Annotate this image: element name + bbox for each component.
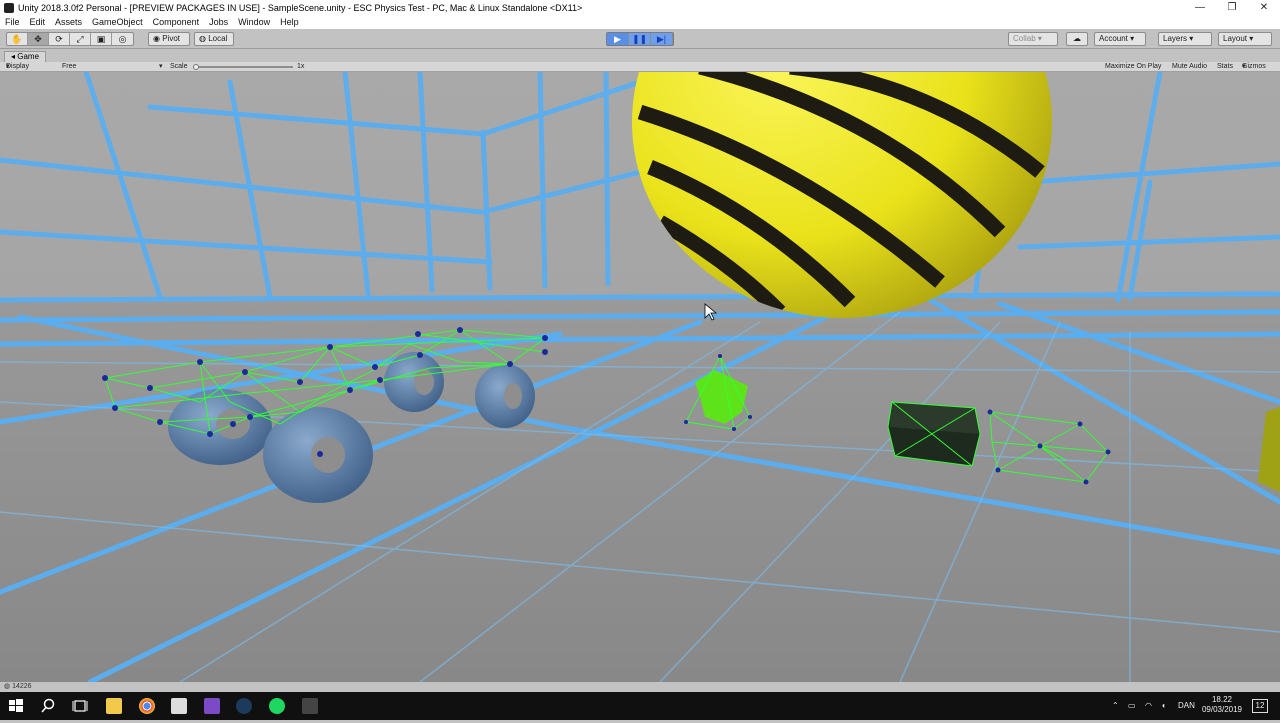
cloud-button[interactable]: ☁ [1066,32,1088,46]
collab-dropdown[interactable]: Collab ▾ [1008,32,1058,46]
windows-taskbar: ⌃ ▭ ◠ ◖ DAN 18.22 09/03/2019 12 [0,692,1280,720]
play-button[interactable]: ▶ [607,33,629,45]
search-icon[interactable] [40,698,56,714]
menu-jobs[interactable]: Jobs [204,17,233,27]
maximize-button[interactable]: ❐ [1216,0,1248,15]
title-bar: Unity 2018.3.0f2 Personal - [PREVIEW PAC… [0,0,1280,15]
dark-cube [887,401,981,467]
game-view-controls: Display 1 ▾ Free Aspect ▾ Scale 1x Maxim… [0,62,1280,80]
wheel-back-right [475,364,535,428]
game-viewport[interactable] [0,72,1280,682]
menu-help[interactable]: Help [275,17,304,27]
scale-slider[interactable] [193,66,293,68]
move-tool-icon[interactable]: ✥ [28,33,49,45]
wifi-icon[interactable]: ◠ [1145,701,1152,713]
chrome-icon[interactable] [139,698,155,714]
gizmos-dropdown[interactable]: Gizmos ▾ [1242,62,1266,72]
pivot-toggle[interactable]: ◉ Pivot [148,32,190,46]
wheel-back-left [384,352,444,412]
pivot-label: Pivot [162,34,180,43]
scale-tool-icon[interactable]: ⤢ [70,33,91,45]
menu-gameobject[interactable]: GameObject [87,17,148,27]
windows-start-icon[interactable] [8,698,24,714]
window-controls: — ❐ ✕ [1184,0,1280,15]
tray-expand-icon[interactable]: ⌃ [1112,701,1119,713]
display-dropdown[interactable]: Display 1 ▾ [6,62,29,80]
unity-icon[interactable] [302,698,318,714]
menu-bar: File Edit Assets GameObject Component Jo… [0,15,1280,29]
file-explorer-icon[interactable] [106,698,122,714]
local-toggle[interactable]: ◍ Local [194,32,234,46]
mute-audio-toggle[interactable]: Mute Audio [1172,62,1207,72]
maximize-on-play-toggle[interactable]: Maximize On Play [1105,62,1161,72]
scale-label: Scale [170,63,188,70]
gizmos-label: Gizmos [1242,63,1266,70]
scale-value: 1x [297,63,305,70]
game-tab-label: Game [17,52,40,61]
transform-tools: ✋ ✥ ⟳ ⤢ ▣ ◎ [6,32,134,46]
aspect-chevron-icon: ▾ [159,63,163,70]
menu-file[interactable]: File [0,17,25,27]
pause-button[interactable]: ❚❚ [629,33,651,45]
notification-center[interactable]: 12 [1252,699,1268,713]
hand-tool-icon[interactable]: ✋ [7,33,28,45]
task-view-icon[interactable] [72,698,88,714]
account-label: Account [1099,34,1128,43]
unity-app-icon [4,2,14,13]
scale-slider-handle[interactable] [193,64,199,70]
play-controls: ▶ ❚❚ ▶| [606,32,674,46]
notification-count: 12 [1255,701,1265,710]
volume-icon[interactable]: ◖ [1161,701,1166,713]
main-toolbar: ✋ ✥ ⟳ ⤢ ▣ ◎ ◉ Pivot ◍ Local ▶ ❚❚ ▶| Coll… [0,29,1280,49]
layers-label: Layers [1163,34,1188,43]
game-tab-icon: ◂ [11,52,16,61]
cloud-icon: ☁ [1073,34,1081,43]
local-label: Local [208,34,228,43]
tab-game[interactable]: ◂ Game [4,51,47,62]
game-scene [0,72,1280,682]
visual-studio-icon[interactable] [204,698,220,714]
game-tab-bar: ◂ Game [0,50,1280,62]
layout-label: Layout [1223,34,1248,43]
steam-icon[interactable] [236,698,252,714]
menu-assets[interactable]: Assets [50,17,87,27]
menu-edit[interactable]: Edit [25,17,51,27]
stats-toggle[interactable]: Stats [1217,62,1233,72]
collab-label: Collab ▾ [1013,34,1042,43]
transform-tool-icon[interactable]: ◎ [112,33,133,45]
close-button[interactable]: ✕ [1248,0,1280,15]
clock-date: 09/03/2019 [1201,705,1243,714]
status-bar: ◍ 14226 [0,682,1280,692]
menu-window[interactable]: Window [233,17,275,27]
network-icon[interactable]: ▭ [1128,701,1136,713]
rect-tool-icon[interactable]: ▣ [91,33,112,45]
minimize-button[interactable]: — [1184,0,1216,15]
clock[interactable]: 18.22 09/03/2019 [1200,695,1244,723]
window-title: Unity 2018.3.0f2 Personal - [PREVIEW PAC… [18,2,583,13]
language-indicator[interactable]: DAN [1178,701,1195,713]
layers-dropdown[interactable]: Layers ▾ [1158,32,1212,46]
menu-component[interactable]: Component [148,17,205,27]
rotate-tool-icon[interactable]: ⟳ [49,33,70,45]
account-dropdown[interactable]: Account ▾ [1094,32,1146,46]
layout-dropdown[interactable]: Layout ▾ [1218,32,1272,46]
step-button[interactable]: ▶| [651,33,673,45]
spotify-icon[interactable] [269,698,285,714]
status-icon: ◍ [4,683,13,690]
clock-time: 18.22 [1211,695,1233,704]
status-text: 14226 [12,683,32,690]
calculator-icon[interactable] [171,698,187,714]
